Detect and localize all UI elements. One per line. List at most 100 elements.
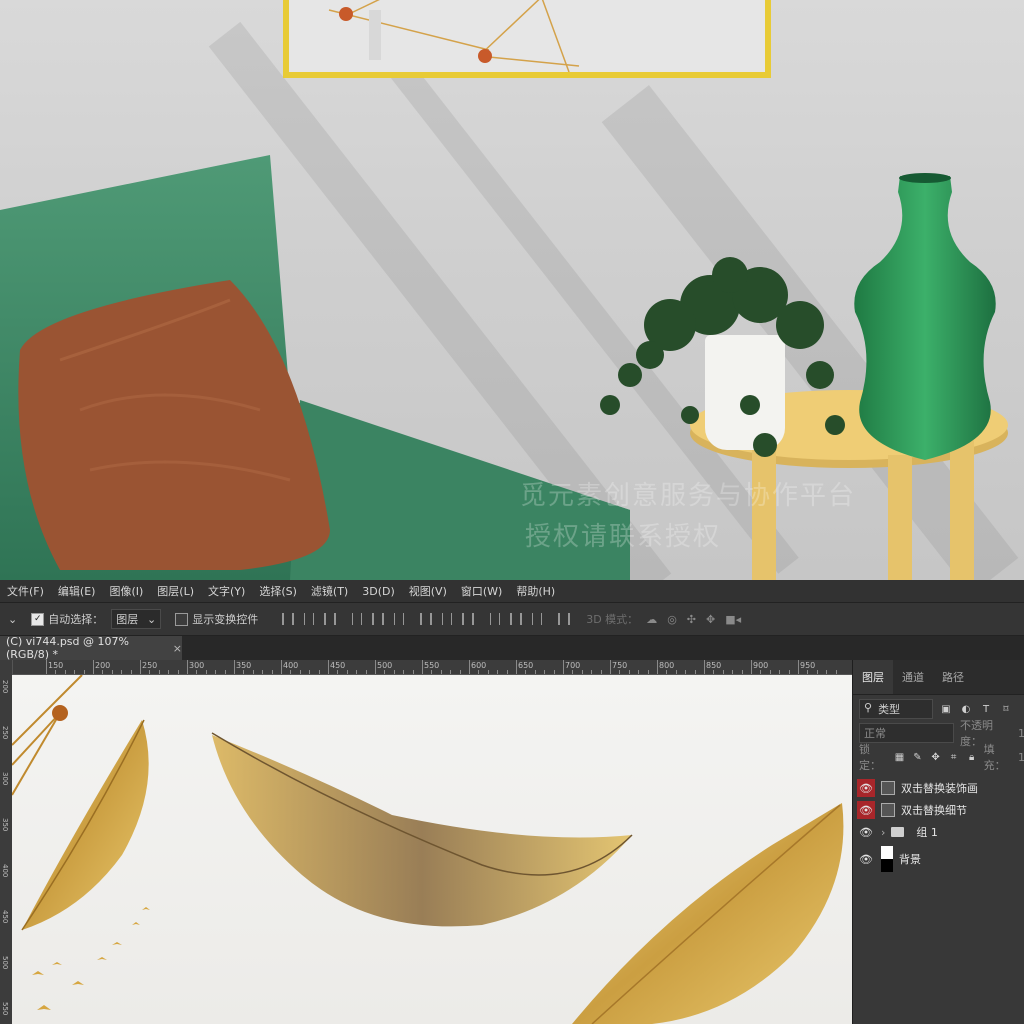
eye-icon[interactable]: 👁︎ <box>857 850 875 868</box>
menu-select[interactable]: 选择(S) <box>252 583 304 599</box>
ruler-minor-tick <box>478 670 480 674</box>
room-mockup-photo: 觅元素创意服务与协作平台 授权请联系授权 <box>0 0 1024 580</box>
layer-name: 双击替换细节 <box>901 804 967 817</box>
ruler-minor-tick <box>816 670 818 674</box>
ruler-minor-tick <box>243 670 245 674</box>
eye-icon[interactable]: 👁︎ <box>857 823 875 841</box>
menu-help[interactable]: 帮助(H) <box>509 583 562 599</box>
ruler-label: 350 <box>236 661 252 670</box>
ruler-tick <box>234 660 235 674</box>
camera-3d-icon[interactable]: ■◂ <box>725 613 741 626</box>
ruler-minor-tick <box>760 670 762 674</box>
eye-icon[interactable]: 👁︎ <box>857 801 875 819</box>
menu-3d[interactable]: 3D(D) <box>355 585 402 598</box>
filter-adjustment-icon[interactable]: ◐ <box>959 702 973 716</box>
align-hcenter-icon[interactable] <box>372 613 385 625</box>
document-canvas[interactable] <box>12 675 852 1024</box>
layer-group-row[interactable]: 👁︎ › 组 1 <box>853 821 1024 843</box>
distribute-vcenter-icon[interactable] <box>442 613 453 625</box>
menu-view[interactable]: 视图(V) <box>402 583 454 599</box>
lock-row: 锁定： ▦ ✎ ✥ ⌗ 🔒︎ 填充： 1 <box>853 743 1024 772</box>
filter-pixel-icon[interactable]: ▣ <box>939 702 953 716</box>
green-vase <box>854 173 996 460</box>
lock-all-icon[interactable]: 🔒︎ <box>966 750 978 764</box>
table-leg <box>888 455 912 580</box>
ruler-tick <box>516 660 517 674</box>
align-top-icon[interactable] <box>282 613 295 625</box>
fill-value[interactable]: 1 <box>1018 751 1024 764</box>
ruler-minor-tick <box>130 670 132 674</box>
slide-3d-icon[interactable]: ✥ <box>706 613 715 626</box>
opacity-value[interactable]: 1 <box>1018 727 1024 740</box>
distribute-right-icon[interactable] <box>532 613 543 625</box>
ruler-minor-tick <box>403 670 405 674</box>
ruler-label: 850 <box>706 661 722 670</box>
auto-select-dropdown[interactable]: 图层 ⌄ <box>111 609 162 629</box>
ruler-label: 250 <box>1 726 9 740</box>
distribute-top-icon[interactable] <box>420 613 433 625</box>
roll-3d-icon[interactable]: ◎ <box>667 613 677 626</box>
lock-transparent-icon[interactable]: ▦ <box>893 750 905 764</box>
layer-row[interactable]: 👁︎ 双击替换装饰画 <box>853 777 1024 799</box>
document-tab[interactable]: (C) vi744.psd @ 107%(RGB/8) * × <box>0 635 182 661</box>
align-left-icon[interactable] <box>352 613 363 625</box>
ruler-minor-tick <box>628 670 630 674</box>
distribute-hcenter-icon[interactable] <box>510 613 523 625</box>
auto-select-option[interactable]: ✓ 自动选择： <box>31 611 103 627</box>
ruler-label: 900 <box>753 661 769 670</box>
ruler-minor-tick <box>74 670 76 674</box>
tab-layers[interactable]: 图层 <box>853 660 893 694</box>
menu-filter[interactable]: 滤镜(T) <box>304 583 355 599</box>
pan-3d-icon[interactable]: ✣ <box>687 613 696 626</box>
align-bottom-icon[interactable] <box>324 613 337 625</box>
auto-select-checkbox[interactable]: ✓ <box>31 612 45 626</box>
auto-select-value: 图层 <box>116 613 139 626</box>
distribute-bottom-icon[interactable] <box>462 613 475 625</box>
blend-mode-dropdown[interactable]: 正常 <box>859 723 955 743</box>
lock-image-icon[interactable]: ✎ <box>911 750 923 764</box>
layers-panel: 图层 通道 路径 ⚲ 类型 ▣ ◐ T ⌑ 正常 不透明度： 1 锁定： ▦ ✎… <box>852 660 1024 1024</box>
show-transform-option[interactable]: 显示变换控件 <box>175 611 258 627</box>
layer-row[interactable]: 👁︎ 背景 <box>853 843 1024 875</box>
tab-channels[interactable]: 通道 <box>893 660 933 694</box>
ruler-minor-tick <box>111 670 113 674</box>
ruler-minor-tick <box>497 670 499 674</box>
ruler-tick <box>93 660 94 674</box>
ruler-label: 350 <box>1 818 9 832</box>
layer-row[interactable]: 👁︎ 双击替换细节 <box>853 799 1024 821</box>
menu-image[interactable]: 图像(I) <box>102 583 150 599</box>
lock-artboard-icon[interactable]: ⌗ <box>948 750 960 764</box>
menu-edit[interactable]: 编辑(E) <box>51 583 103 599</box>
distribute-left-icon[interactable] <box>490 613 501 625</box>
menu-window[interactable]: 窗口(W) <box>454 583 509 599</box>
ruler-label: 650 <box>518 661 534 670</box>
align-right-icon[interactable] <box>394 613 405 625</box>
lock-position-icon[interactable]: ✥ <box>929 750 941 764</box>
tool-preset-chevron-icon[interactable]: ⌄ <box>8 613 17 626</box>
ruler-label: 300 <box>189 661 205 670</box>
ruler-minor-tick <box>356 670 358 674</box>
layer-filter-dropdown[interactable]: ⚲ 类型 <box>859 699 933 719</box>
close-icon[interactable]: × <box>173 642 182 655</box>
menu-type[interactable]: 文字(Y) <box>201 583 252 599</box>
filter-shape-icon[interactable]: ⌑ <box>999 702 1013 716</box>
auto-align-icon[interactable] <box>558 613 571 625</box>
ruler-minor-tick <box>346 670 348 674</box>
ruler-tick <box>281 660 282 674</box>
menu-layer[interactable]: 图层(L) <box>150 583 201 599</box>
show-transform-checkbox[interactable] <box>175 612 189 626</box>
horizontal-ruler: 150 200 250 300 350 400 450 500 550 600 650 700 750 8… <box>12 660 852 675</box>
ruler-minor-tick <box>713 670 715 674</box>
ruler-minor-tick <box>384 670 386 674</box>
ruler-minor-tick <box>55 670 57 674</box>
ruler-minor-tick <box>431 670 433 674</box>
mode-3d-tools: ☁ ◎ ✣ ✥ ■◂ <box>646 613 741 626</box>
filter-type-icon[interactable]: T <box>979 702 993 716</box>
menu-file[interactable]: 文件(F) <box>0 583 51 599</box>
ruler-minor-tick <box>365 670 367 674</box>
chevron-right-icon[interactable]: › <box>881 826 885 839</box>
align-vcenter-icon[interactable] <box>304 613 315 625</box>
orbit-3d-icon[interactable]: ☁ <box>646 613 657 626</box>
eye-icon[interactable]: 👁︎ <box>857 779 875 797</box>
tab-paths[interactable]: 路径 <box>933 660 973 694</box>
